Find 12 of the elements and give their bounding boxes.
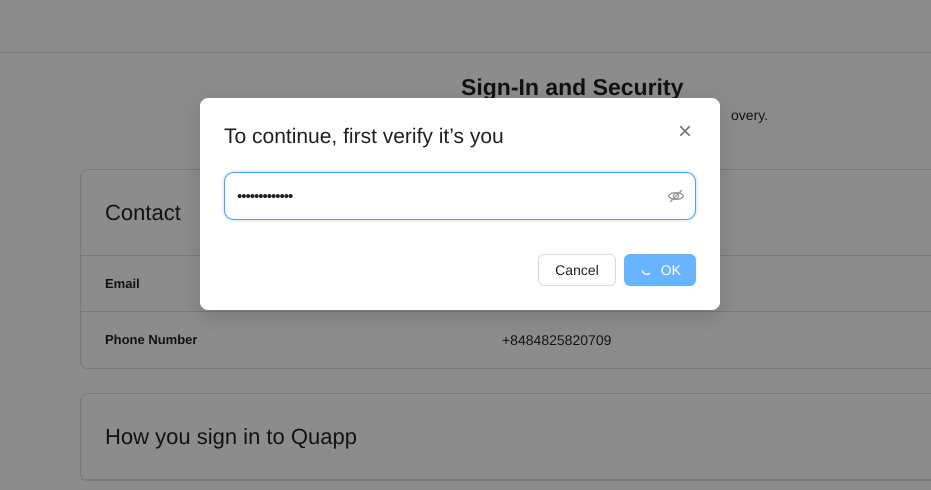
eye-slash-icon[interactable]	[667, 187, 685, 205]
dialog-title: To continue, first verify it’s you	[224, 124, 504, 150]
password-field[interactable]: •••••••••••••	[224, 172, 696, 220]
field-label: Email	[105, 276, 140, 291]
close-button[interactable]: ×	[674, 120, 696, 144]
card-title: Contact	[105, 199, 181, 227]
field-value: +8484825820709	[502, 330, 612, 350]
cancel-button[interactable]: Cancel	[538, 254, 616, 286]
card-title: How you sign in to Quapp	[105, 423, 357, 451]
page-title: Sign-In and Security	[460, 73, 684, 102]
page-subtitle: overy.	[731, 107, 768, 123]
field-label: Phone Number	[105, 332, 198, 348]
